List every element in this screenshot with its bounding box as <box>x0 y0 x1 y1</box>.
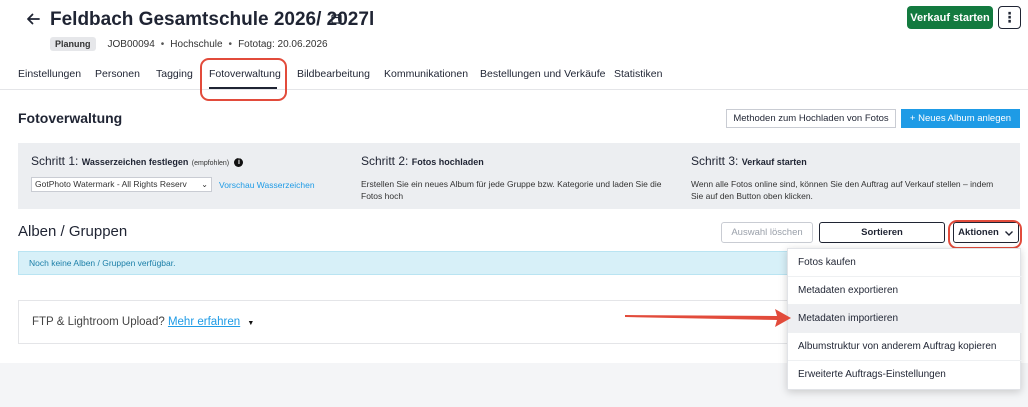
ftp-line: FTP & Lightroom Upload? Mehr erfahren ▼ <box>32 316 254 328</box>
tab-bar: Einstellungen Personen Tagging Fotoverwa… <box>0 62 1028 90</box>
tab-bestellungen[interactable]: Bestellungen und Verkäufe <box>480 68 606 80</box>
meta-separator: • <box>160 38 165 50</box>
step1-heading: Schritt 1: Wasserzeichen festlegen (empf… <box>31 154 244 168</box>
annotation-arrow-icon <box>625 309 791 327</box>
menu-item-import-metadata[interactable]: Metadaten importieren <box>788 305 1022 333</box>
start-sale-button[interactable]: Verkauf starten <box>907 6 993 29</box>
step1-title: Wasserzeichen festlegen <box>81 157 189 167</box>
section-title: Fotoverwaltung <box>18 110 123 126</box>
tab-statistiken[interactable]: Statistiken <box>614 68 662 80</box>
status-badge: Planung <box>50 37 96 51</box>
step2-prefix: Schritt 2: <box>361 154 409 168</box>
step2-heading: Schritt 2: Fotos hochladen <box>361 154 484 168</box>
tab-einstellungen[interactable]: Einstellungen <box>18 68 81 80</box>
school-type: Hochschule <box>170 38 223 50</box>
learn-more-link[interactable]: Mehr erfahren <box>168 316 240 328</box>
menu-item-export-metadata[interactable]: Metadaten exportieren <box>788 277 1022 305</box>
step2-text: Erstellen Sie ein neues Album für jede G… <box>361 179 662 201</box>
watermark-selected-value: GotPhoto Watermark - All Rights Reserv <box>35 179 187 189</box>
photo-day: Fototag: 20.06.2026 <box>238 38 328 50</box>
actions-dropdown-menu: Fotos kaufen Metadaten exportieren Metad… <box>787 248 1022 390</box>
job-meta-line: Planung JOB00094 • Hochschule • Fototag:… <box>50 37 328 51</box>
page-title: Feldbach Gesamtschule 2026/ 2027l <box>50 9 375 30</box>
actions-highlight-annotation <box>948 220 1022 249</box>
upload-methods-button[interactable]: Methoden zum Hochladen von Fotos <box>726 109 896 128</box>
caret-down-icon[interactable]: ▼ <box>247 320 254 327</box>
albums-title: Alben / Gruppen <box>18 223 128 240</box>
job-header: Feldbach Gesamtschule 2026/ 2027l Planun… <box>0 0 1028 100</box>
calendar-edit-icon[interactable] <box>331 12 343 24</box>
info-icon[interactable]: i <box>234 158 244 167</box>
sort-button[interactable]: Sortieren <box>819 222 945 243</box>
tab-highlight-annotation <box>200 58 287 101</box>
ftp-question: FTP & Lightroom Upload? <box>32 316 165 328</box>
tab-tagging[interactable]: Tagging <box>156 68 193 80</box>
more-options-button[interactable]: ⋮ <box>998 6 1021 29</box>
steps-panel: Schritt 1: Wasserzeichen festlegen (empf… <box>18 143 1020 209</box>
step3-prefix: Schritt 3: <box>691 154 739 168</box>
watermark-select[interactable]: GotPhoto Watermark - All Rights Reserv ⌄ <box>31 177 212 192</box>
step3-heading: Schritt 3: Verkauf starten <box>691 154 807 168</box>
clear-selection-button[interactable]: Auswahl löschen <box>721 222 813 243</box>
tab-personen[interactable]: Personen <box>95 68 140 80</box>
back-arrow-icon[interactable] <box>24 10 42 28</box>
empty-albums-banner: Noch keine Alben / Gruppen verfügbar. <box>18 251 788 275</box>
new-album-button[interactable]: + Neues Album anlegen <box>901 109 1020 128</box>
tab-bildbearbeitung[interactable]: Bildbearbeitung <box>297 68 370 80</box>
watermark-preview-link[interactable]: Vorschau Wasserzeichen <box>219 180 315 190</box>
step2-title: Fotos hochladen <box>411 157 484 167</box>
menu-item-copy-album-structure[interactable]: Albumstruktur von anderem Auftrag kopier… <box>788 333 1022 361</box>
chevron-down-icon: ⌄ <box>201 180 208 189</box>
menu-item-advanced-settings[interactable]: Erweiterte Auftrags-Einstellungen <box>788 361 1022 389</box>
job-id: JOB00094 <box>107 38 155 50</box>
step3-title: Verkauf starten <box>741 157 807 167</box>
meta-separator: • <box>228 38 233 50</box>
step1-prefix: Schritt 1: <box>31 154 79 168</box>
step1-note: (empfohlen) <box>191 160 230 167</box>
menu-item-buy-photos[interactable]: Fotos kaufen <box>788 249 1022 277</box>
tab-kommunikationen[interactable]: Kommunikationen <box>384 68 468 80</box>
step3-text: Wenn alle Fotos online sind, können Sie … <box>691 179 994 201</box>
